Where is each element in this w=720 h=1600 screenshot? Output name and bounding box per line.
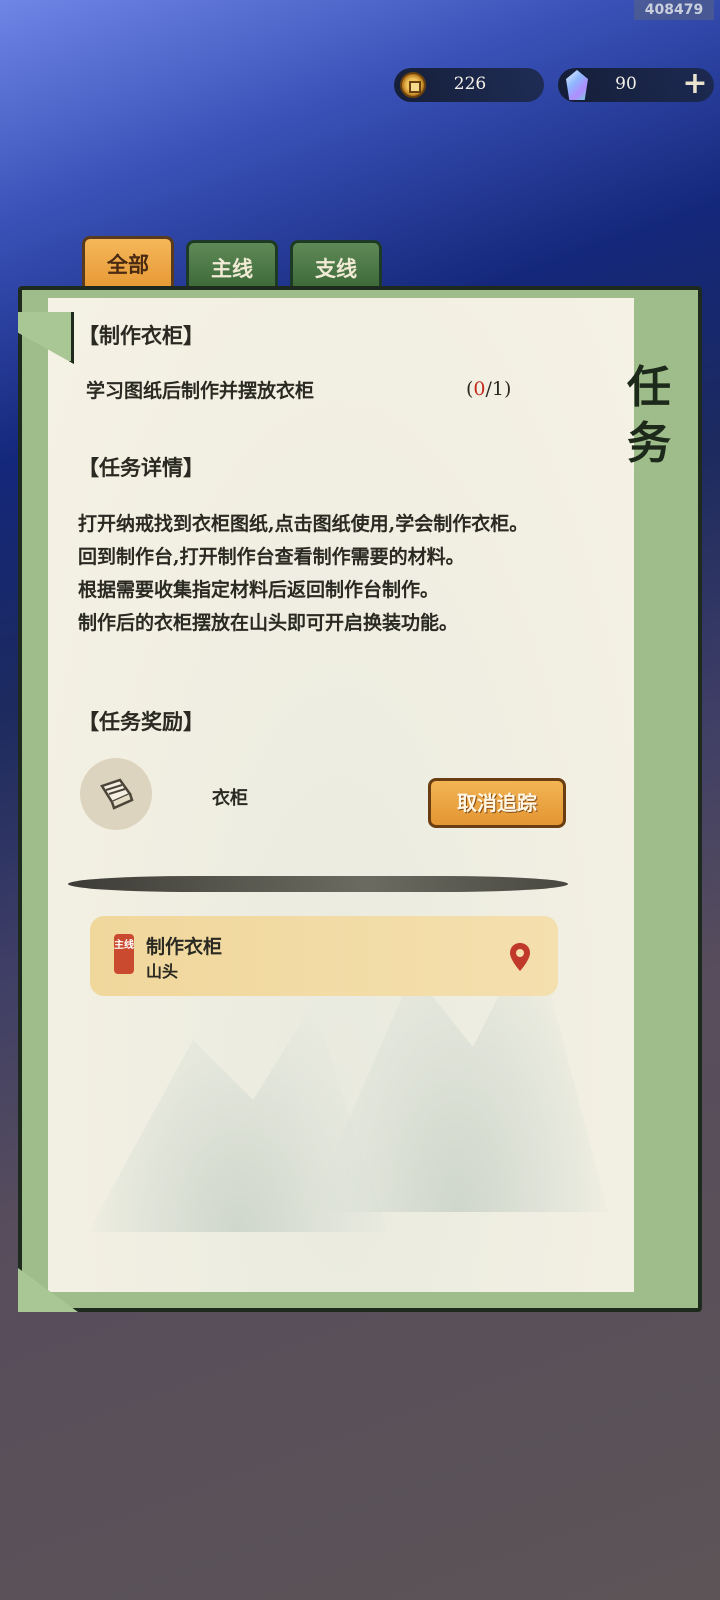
gem-counter: 90 + — [558, 68, 714, 102]
quest-progress: (0/1) — [466, 378, 512, 400]
scroll-corner-decoration — [18, 312, 74, 364]
ink-divider — [68, 876, 568, 892]
coin-counter: 226 — [394, 68, 544, 102]
wardrobe-blueprint-icon[interactable] — [80, 758, 152, 830]
reward-name: 衣柜 — [212, 788, 248, 809]
coin-amount: 226 — [453, 74, 487, 94]
main-quest-seal: 主线 — [114, 934, 134, 974]
quest-details: 打开纳戒找到衣柜图纸,点击图纸使用,学会制作衣柜。 回到制作台,打开制作台查看制… — [78, 508, 578, 640]
detail-line: 回到制作台,打开制作台查看制作需要的材料。 — [78, 546, 465, 568]
copper-coin-icon — [400, 72, 426, 98]
build-id-label: 408479 — [634, 0, 714, 20]
tracked-quest-card[interactable]: 主线 制作衣柜 山头 — [90, 916, 558, 996]
panel-title: 任务 — [627, 362, 671, 469]
detail-line: 打开纳戒找到衣柜图纸,点击图纸使用,学会制作衣柜。 — [78, 513, 529, 535]
tab-main-quest[interactable]: 主线 — [186, 240, 278, 290]
tab-all[interactable]: 全部 — [82, 236, 174, 290]
location-pin-icon[interactable] — [508, 942, 532, 972]
tab-side-quest[interactable]: 支线 — [290, 240, 382, 290]
add-gems-button[interactable]: + — [678, 68, 712, 102]
detail-line: 根据需要收集指定材料后返回制作台制作。 — [78, 579, 440, 601]
details-heading: 【任务详情】 — [78, 455, 204, 480]
reward-heading: 【任务奖励】 — [78, 709, 204, 734]
gem-amount: 90 — [615, 74, 637, 94]
quest-objective: 学习图纸后制作并摆放衣柜 — [86, 380, 315, 402]
tracked-quest-title: 制作衣柜 — [146, 936, 223, 958]
crystal-gem-icon — [566, 70, 588, 100]
quest-title: 【制作衣柜】 — [78, 323, 204, 348]
tracked-quest-location: 山头 — [146, 962, 179, 981]
detail-line: 制作后的衣柜摆放在山头即可开启换装功能。 — [78, 612, 459, 634]
cancel-tracking-button[interactable]: 取消追踪 — [428, 778, 566, 828]
